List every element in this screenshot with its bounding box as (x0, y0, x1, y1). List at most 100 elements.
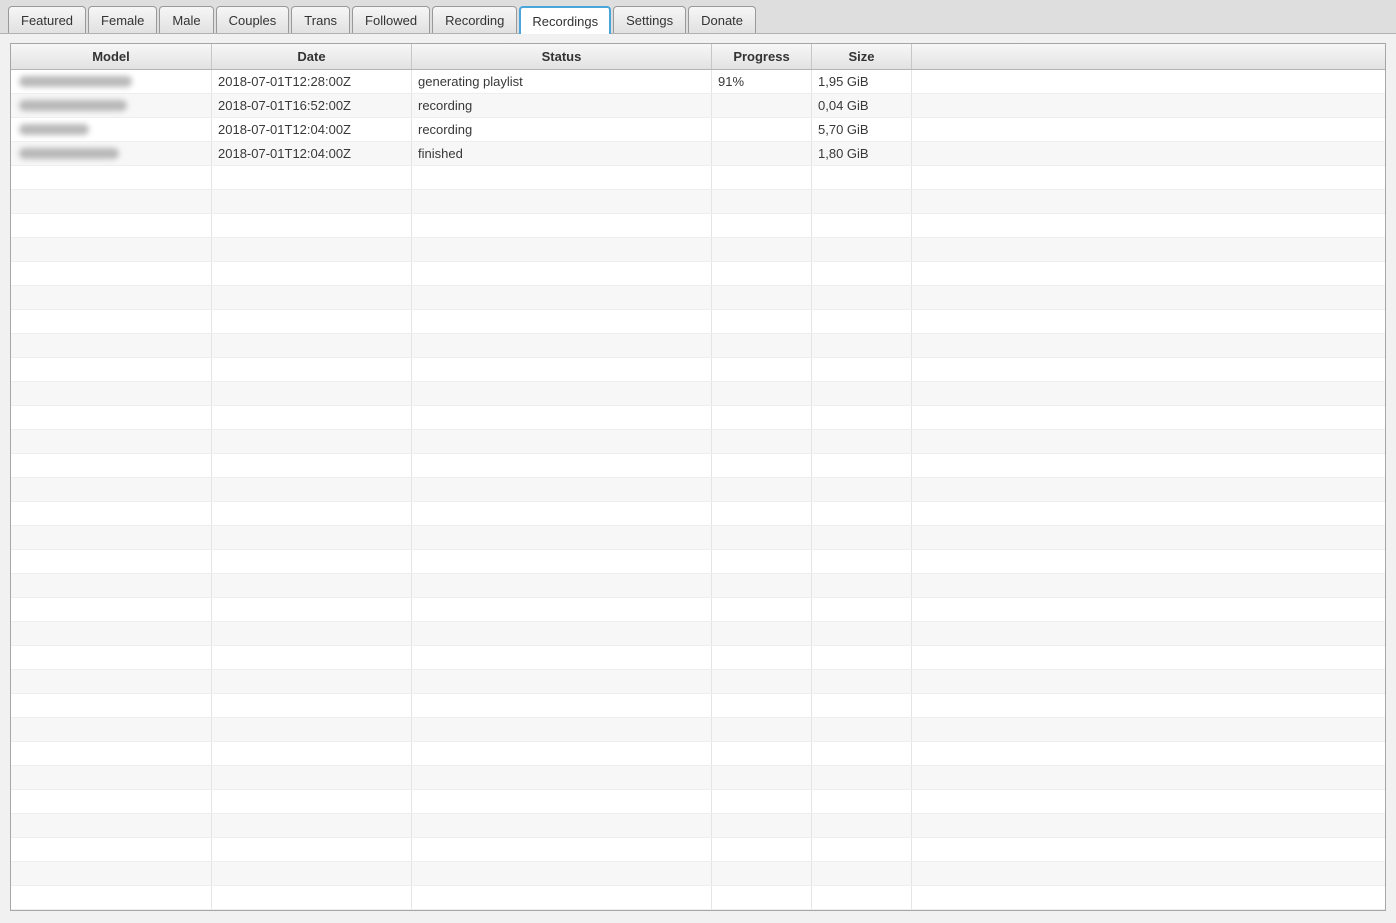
column-header-status[interactable]: Status (412, 44, 712, 69)
cell-status: generating playlist (412, 70, 712, 93)
cell-progress: 91% (712, 70, 812, 93)
tab-followed[interactable]: Followed (352, 6, 431, 33)
cell-status (412, 790, 712, 813)
tab-couples[interactable]: Couples (215, 6, 290, 33)
table-row-empty[interactable] (11, 310, 1385, 334)
cell-date (212, 574, 412, 597)
tab-trans[interactable]: Trans (291, 6, 351, 33)
tab-male[interactable]: Male (159, 6, 214, 33)
table-row-empty[interactable] (11, 886, 1385, 910)
cell-model (11, 550, 212, 573)
table-row-empty[interactable] (11, 382, 1385, 406)
table-row-empty[interactable] (11, 646, 1385, 670)
cell-status (412, 454, 712, 477)
cell-model (11, 190, 212, 213)
table-row-empty[interactable] (11, 574, 1385, 598)
cell-progress (712, 214, 812, 237)
table-row-empty[interactable] (11, 478, 1385, 502)
cell-status (412, 886, 712, 909)
table-row-empty[interactable] (11, 430, 1385, 454)
cell-size (812, 670, 912, 693)
cell-date (212, 478, 412, 501)
table-row[interactable]: 2018-07-01T16:52:00Z recording 0,04 GiB (11, 94, 1385, 118)
cell-model (11, 502, 212, 525)
table-row-empty[interactable] (11, 214, 1385, 238)
table-row-empty[interactable] (11, 550, 1385, 574)
cell-model (11, 142, 212, 165)
cell-progress (712, 502, 812, 525)
table-row-empty[interactable] (11, 190, 1385, 214)
cell-date: 2018-07-01T12:04:00Z (212, 142, 412, 165)
table-row[interactable]: 2018-07-01T12:04:00Z recording 5,70 GiB (11, 118, 1385, 142)
column-header-progress[interactable]: Progress (712, 44, 812, 69)
cell-filler (912, 166, 1385, 189)
cell-date (212, 550, 412, 573)
cell-progress (712, 334, 812, 357)
cell-model (11, 526, 212, 549)
column-header-date[interactable]: Date (212, 44, 412, 69)
cell-filler (912, 286, 1385, 309)
table-row-empty[interactable] (11, 406, 1385, 430)
cell-size (812, 718, 912, 741)
table-row-empty[interactable] (11, 598, 1385, 622)
tab-settings[interactable]: Settings (613, 6, 687, 33)
column-header-filler[interactable] (912, 44, 1385, 69)
cell-filler (912, 670, 1385, 693)
table-row-empty[interactable] (11, 166, 1385, 190)
column-header-model[interactable]: Model (11, 44, 212, 69)
cell-model (11, 358, 212, 381)
cell-status (412, 190, 712, 213)
cell-date (212, 166, 412, 189)
cell-progress (712, 190, 812, 213)
table-row-empty[interactable] (11, 262, 1385, 286)
cell-filler (912, 310, 1385, 333)
cell-model (11, 478, 212, 501)
tab-recordings[interactable]: Recordings (519, 6, 612, 34)
cell-date (212, 718, 412, 741)
cell-status (412, 382, 712, 405)
table-row-empty[interactable] (11, 742, 1385, 766)
model-name-redacted (19, 124, 89, 135)
table-row[interactable]: 2018-07-01T12:28:00Z generating playlist 9… (11, 70, 1385, 94)
table-row-empty[interactable] (11, 718, 1385, 742)
cell-progress (712, 766, 812, 789)
cell-filler (912, 358, 1385, 381)
table-row-empty[interactable] (11, 238, 1385, 262)
cell-size (812, 574, 912, 597)
cell-filler (912, 382, 1385, 405)
cell-date: 2018-07-01T12:04:00Z (212, 118, 412, 141)
table-row-empty[interactable] (11, 334, 1385, 358)
table-row-empty[interactable] (11, 766, 1385, 790)
cell-filler (912, 598, 1385, 621)
cell-size (812, 742, 912, 765)
cell-size (812, 454, 912, 477)
table-row-empty[interactable] (11, 454, 1385, 478)
tab-featured[interactable]: Featured (8, 6, 87, 33)
table-row-empty[interactable] (11, 670, 1385, 694)
cell-date (212, 286, 412, 309)
cell-size (812, 166, 912, 189)
table-row-empty[interactable] (11, 814, 1385, 838)
table-row-empty[interactable] (11, 358, 1385, 382)
table-row-empty[interactable] (11, 862, 1385, 886)
table-row-empty[interactable] (11, 838, 1385, 862)
cell-date (212, 622, 412, 645)
table-row-empty[interactable] (11, 502, 1385, 526)
cell-filler (912, 694, 1385, 717)
cell-status (412, 622, 712, 645)
cell-date (212, 310, 412, 333)
tab-female[interactable]: Female (88, 6, 158, 33)
table-row-empty[interactable] (11, 622, 1385, 646)
table-row-empty[interactable] (11, 790, 1385, 814)
table-row-empty[interactable] (11, 526, 1385, 550)
cell-date: 2018-07-01T12:28:00Z (212, 70, 412, 93)
tab-recording[interactable]: Recording (432, 6, 518, 33)
cell-status (412, 214, 712, 237)
column-header-size[interactable]: Size (812, 44, 912, 69)
table-row-empty[interactable] (11, 694, 1385, 718)
table-row-empty[interactable] (11, 286, 1385, 310)
table-row[interactable]: 2018-07-01T12:04:00Z finished 1,80 GiB (11, 142, 1385, 166)
cell-filler (912, 406, 1385, 429)
tab-donate[interactable]: Donate (688, 6, 757, 33)
cell-filler (912, 502, 1385, 525)
